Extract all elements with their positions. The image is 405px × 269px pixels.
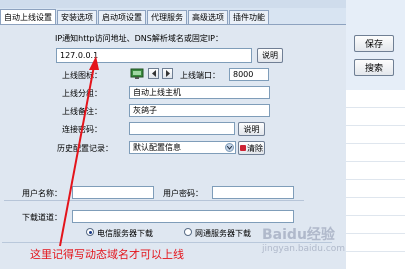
watermark-subtext: jingyan.baidu.com — [262, 244, 346, 254]
annotation-text: 这里记得写动态域名才可以上线 — [30, 248, 184, 261]
watermark-text: Baidu经验 — [262, 227, 335, 243]
watermark-logo: Baidu经验 jingyan.baidu.com — [262, 224, 345, 254]
